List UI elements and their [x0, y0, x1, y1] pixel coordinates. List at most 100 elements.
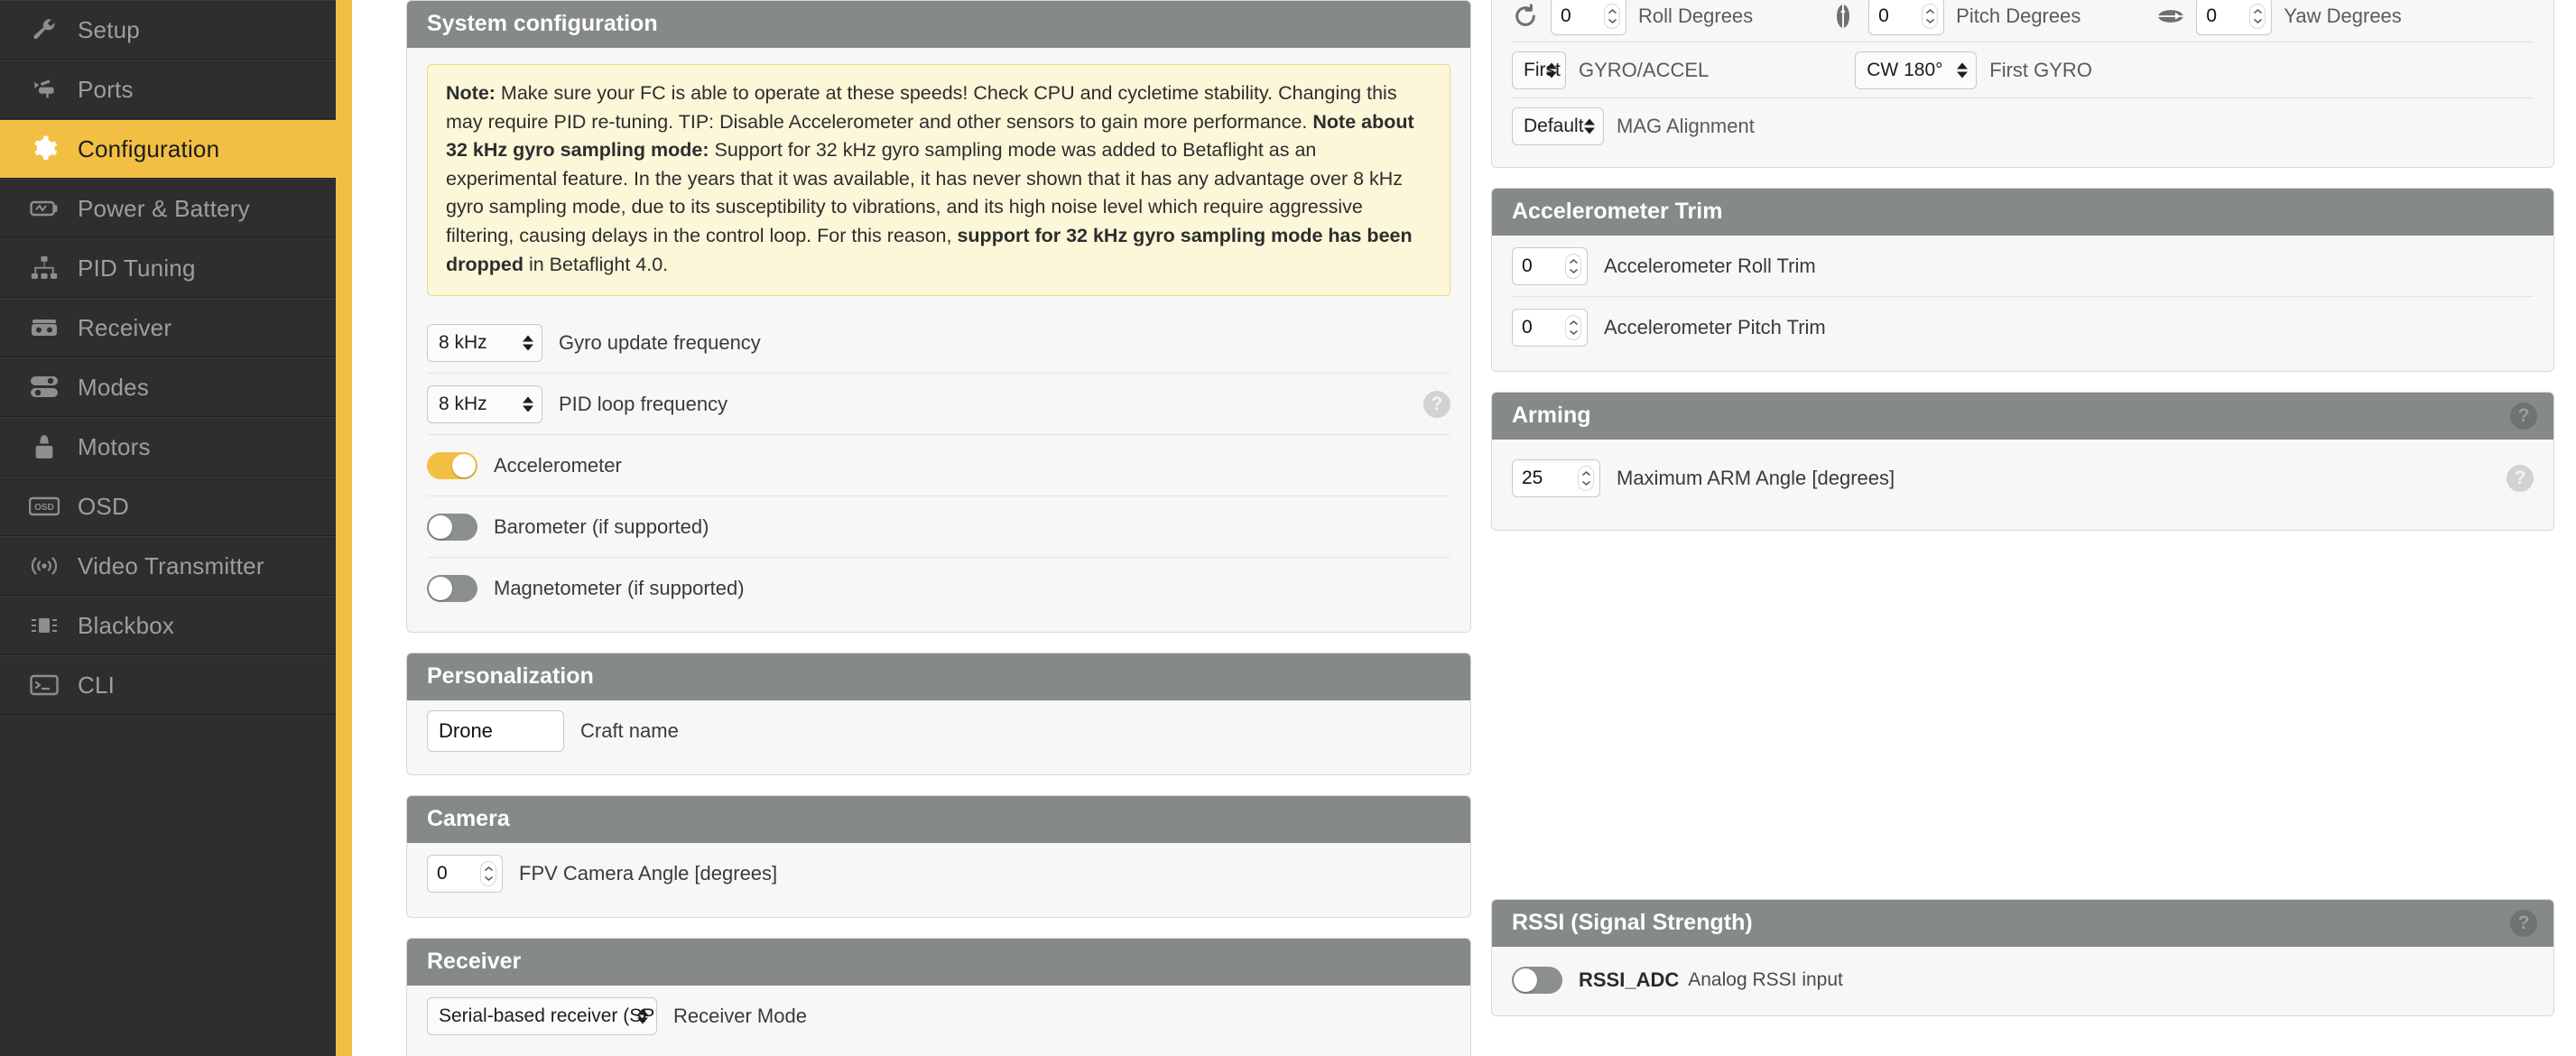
mag-alignment-select[interactable]: Default	[1512, 107, 1604, 145]
sidebar-item-modes[interactable]: Modes	[0, 357, 336, 417]
personalization-title: Personalization	[427, 662, 594, 689]
sidebar-item-label: Power & Battery	[78, 194, 250, 222]
battery-icon	[29, 195, 60, 222]
help-icon[interactable]: ?	[1423, 390, 1450, 418]
note-tail-text: in Betaflight 4.0.	[524, 253, 669, 275]
first-gyro-value: CW 180°	[1867, 59, 1943, 80]
gyro-update-frequency-row: 8 kHz Gyro update frequency	[427, 312, 1450, 375]
sidebar-item-pid-tuning[interactable]: PID Tuning	[0, 238, 336, 298]
maximum-arm-angle-row: 25 Maximum ARM Angle [degrees] ?	[1512, 440, 2534, 517]
barometer-row: Barometer (if supported)	[427, 496, 1450, 559]
mag-alignment-row: Default MAG Alignment	[1512, 98, 2534, 154]
terminal-icon	[29, 672, 60, 699]
gyro-accel-row: First GYRO/ACCEL CW 180° First GYRO	[1512, 42, 2534, 98]
receiver-mode-value: Serial-based receiver (SPEKSAT, SBUS, SU…	[439, 1005, 656, 1027]
sidebar-item-ports[interactable]: Ports	[0, 60, 336, 119]
fpv-camera-angle-input[interactable]: 0	[427, 855, 503, 894]
gyro-update-frequency-select[interactable]: 8 kHz	[427, 323, 542, 362]
right-column: 0 Roll Degrees 0 Pitch Degrees 0 Yaw Deg…	[1471, 0, 2576, 1056]
accelerometer-label: Accelerometer	[494, 453, 622, 477]
barometer-label: Barometer (if supported)	[494, 514, 709, 538]
rssi-adc-toggle[interactable]	[1512, 967, 1562, 994]
help-icon[interactable]: ?	[2510, 910, 2537, 937]
transmitter-icon	[29, 314, 60, 341]
craft-name-label: Craft name	[580, 719, 679, 743]
rssi-title: RSSI (Signal Strength)	[1512, 909, 1753, 935]
plug-icon	[29, 76, 60, 103]
rssi-panel: RSSI (Signal Strength) ? RSSI_ADC Analog…	[1491, 899, 2554, 1016]
receiver-mode-select[interactable]: Serial-based receiver (SPEKSAT, SBUS, SU…	[427, 997, 657, 1036]
pitch-degrees-value: 0	[1878, 5, 1889, 26]
sidebar-item-osd[interactable]: OSD OSD	[0, 477, 336, 536]
roll-degrees-value: 0	[1561, 5, 1571, 26]
spinner-icon[interactable]	[1604, 3, 1620, 29]
pitch-rotation-icon	[1830, 3, 1857, 30]
help-icon[interactable]: ?	[2510, 403, 2537, 430]
spinner-icon[interactable]	[1565, 315, 1581, 340]
sidebar-item-label: Video Transmitter	[78, 551, 264, 579]
rssi-adc-description: Analog RSSI input	[1688, 969, 1843, 990]
roll-degrees-group: 0 Roll Degrees	[1512, 0, 1753, 35]
sidebar-item-setup[interactable]: Setup	[0, 0, 336, 60]
yaw-degrees-group: 0 Yaw Degrees	[2157, 0, 2402, 35]
accelerometer-pitch-trim-value: 0	[1522, 317, 1533, 338]
note-lead-text: Make sure your FC is able to operate at …	[446, 82, 1397, 133]
craft-name-input[interactable]	[427, 710, 564, 753]
help-icon[interactable]: ?	[2507, 465, 2534, 492]
gyro-accel-label: GYRO/ACCEL	[1579, 58, 1710, 81]
sidebar-item-cli[interactable]: CLI	[0, 655, 336, 715]
spinner-icon[interactable]	[1578, 466, 1594, 491]
accelerometer-pitch-trim-row: 0 Accelerometer Pitch Trim	[1512, 297, 2534, 358]
accelerometer-toggle[interactable]	[427, 451, 477, 479]
sidebar-item-receiver[interactable]: Receiver	[0, 298, 336, 357]
arming-panel: Arming ? 25 Maximum ARM Angle [degrees]	[1491, 392, 2554, 531]
panel-title: System configuration	[407, 1, 1470, 48]
osd-icon: OSD	[29, 493, 60, 520]
first-gyro-label: First GYRO	[1989, 58, 2092, 81]
receiver-panel: Receiver Serial-based receiver (SPEKSAT,…	[406, 938, 1471, 1056]
accelerometer-pitch-trim-input[interactable]: 0	[1512, 309, 1588, 347]
pitch-degrees-input[interactable]: 0	[1868, 0, 1945, 35]
chevron-updown-icon	[523, 335, 533, 351]
sidebar-item-video-transmitter[interactable]: Video Transmitter	[0, 536, 336, 596]
wrench-icon	[29, 16, 60, 43]
gyro-update-frequency-label: Gyro update frequency	[559, 330, 761, 354]
spinner-icon[interactable]	[480, 861, 496, 887]
sidebar-item-motors[interactable]: Motors	[0, 417, 336, 477]
mag-alignment-label: MAG Alignment	[1617, 115, 1755, 137]
sidebar-item-label: Setup	[78, 15, 140, 43]
fpv-camera-angle-label: FPV Camera Angle [degrees]	[519, 862, 778, 885]
roll-degrees-input[interactable]: 0	[1551, 0, 1626, 35]
sidebar-item-power-battery[interactable]: Power & Battery	[0, 179, 336, 238]
gyro-accel-select[interactable]: First	[1512, 51, 1566, 89]
receiver-title: Receiver	[427, 948, 522, 974]
spinner-icon[interactable]	[2249, 3, 2266, 29]
system-configuration-note: Note: Make sure your FC is able to opera…	[427, 64, 1450, 297]
barometer-toggle[interactable]	[427, 513, 477, 541]
panel-title: Camera	[407, 796, 1470, 844]
yaw-rotation-icon	[2157, 3, 2184, 30]
sidebar-navigation: Setup Ports Configuration Power & Batter…	[0, 0, 352, 1056]
motor-icon	[29, 433, 60, 460]
receiver-mode-row: Serial-based receiver (SPEKSAT, SBUS, SU…	[427, 986, 1450, 1047]
spinner-icon[interactable]	[1565, 253, 1581, 279]
chevron-updown-icon	[1584, 118, 1595, 134]
maximum-arm-angle-input[interactable]: 25	[1512, 459, 1600, 497]
accelerometer-roll-trim-label: Accelerometer Roll Trim	[1604, 254, 1816, 277]
fpv-camera-angle-value: 0	[437, 863, 448, 885]
left-column: System configuration Note: Make sure you…	[352, 0, 1471, 1056]
spinner-icon[interactable]	[1922, 3, 1939, 29]
sidebar-item-label: Motors	[78, 432, 151, 460]
personalization-panel: Personalization Craft name	[406, 653, 1471, 776]
sidebar-item-label: OSD	[78, 492, 129, 520]
sidebar-item-blackbox[interactable]: Blackbox	[0, 596, 336, 655]
note-lead-label: Note:	[446, 82, 496, 104]
mag-alignment-value: Default	[1524, 116, 1584, 136]
first-gyro-select[interactable]: CW 180°	[1855, 51, 1978, 89]
accelerometer-row: Accelerometer	[427, 435, 1450, 497]
accelerometer-roll-trim-input[interactable]: 0	[1512, 246, 1588, 285]
pid-loop-frequency-select[interactable]: 8 kHz	[427, 384, 542, 423]
yaw-degrees-input[interactable]: 0	[2196, 0, 2273, 35]
magnetometer-toggle[interactable]	[427, 575, 477, 603]
sidebar-item-configuration[interactable]: Configuration	[0, 119, 336, 179]
